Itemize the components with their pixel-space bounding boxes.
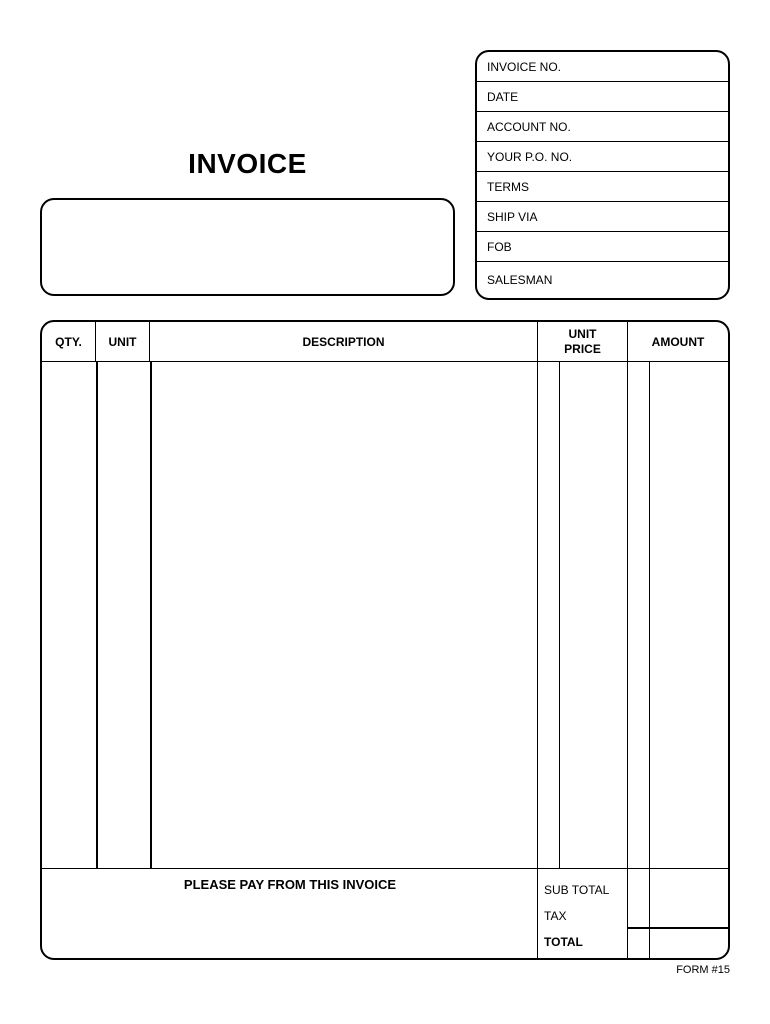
col-header-amount: AMOUNT <box>628 322 728 361</box>
pay-instruction: PLEASE PAY FROM THIS INVOICE <box>42 877 538 892</box>
info-label: DATE <box>487 90 518 104</box>
invoice-info-box: INVOICE NO. DATE ACCOUNT NO. YOUR P.O. N… <box>475 50 730 300</box>
col-divider <box>649 869 651 959</box>
col-divider <box>559 362 561 868</box>
unit-price-line1: UNIT <box>569 327 597 341</box>
invoice-title: INVOICE <box>40 148 455 180</box>
unit-price-line2: PRICE <box>564 342 601 356</box>
col-divider <box>150 362 152 868</box>
form-number: FORM #15 <box>676 964 730 976</box>
info-invoice-no[interactable]: INVOICE NO. <box>477 52 728 82</box>
info-account-no[interactable]: ACCOUNT NO. <box>477 112 728 142</box>
col-header-description: DESCRIPTION <box>150 322 538 361</box>
table-footer: PLEASE PAY FROM THIS INVOICE SUB TOTAL T… <box>42 868 728 959</box>
info-label: TERMS <box>487 180 529 194</box>
table-body[interactable] <box>42 362 728 868</box>
info-label: ACCOUNT NO. <box>487 120 571 134</box>
col-header-unit: UNIT <box>96 322 150 361</box>
col-divider <box>96 362 98 868</box>
table-header-row: QTY. UNIT DESCRIPTION UNIT PRICE AMOUNT <box>42 322 728 362</box>
info-label: FOB <box>487 240 512 254</box>
tax-label: TAX <box>544 903 628 929</box>
info-label: INVOICE NO. <box>487 60 561 74</box>
row-divider <box>628 927 728 929</box>
col-divider <box>537 362 539 868</box>
info-po-no[interactable]: YOUR P.O. NO. <box>477 142 728 172</box>
address-box[interactable] <box>40 198 455 296</box>
info-salesman[interactable]: SALESMAN <box>477 262 728 298</box>
info-terms[interactable]: TERMS <box>477 172 728 202</box>
info-date[interactable]: DATE <box>477 82 728 112</box>
info-label: SALESMAN <box>487 273 552 287</box>
invoice-table: QTY. UNIT DESCRIPTION UNIT PRICE AMOUNT … <box>40 320 730 960</box>
col-divider <box>649 362 651 868</box>
info-ship-via[interactable]: SHIP VIA <box>477 202 728 232</box>
info-label: SHIP VIA <box>487 210 537 224</box>
total-label: TOTAL <box>544 929 628 955</box>
col-header-unit-price: UNIT PRICE <box>538 322 628 361</box>
info-label: YOUR P.O. NO. <box>487 150 572 164</box>
col-divider <box>627 362 629 868</box>
info-fob[interactable]: FOB <box>477 232 728 262</box>
col-header-qty: QTY. <box>42 322 96 361</box>
summary-labels: SUB TOTAL TAX TOTAL <box>538 877 628 955</box>
subtotal-label: SUB TOTAL <box>544 877 628 903</box>
